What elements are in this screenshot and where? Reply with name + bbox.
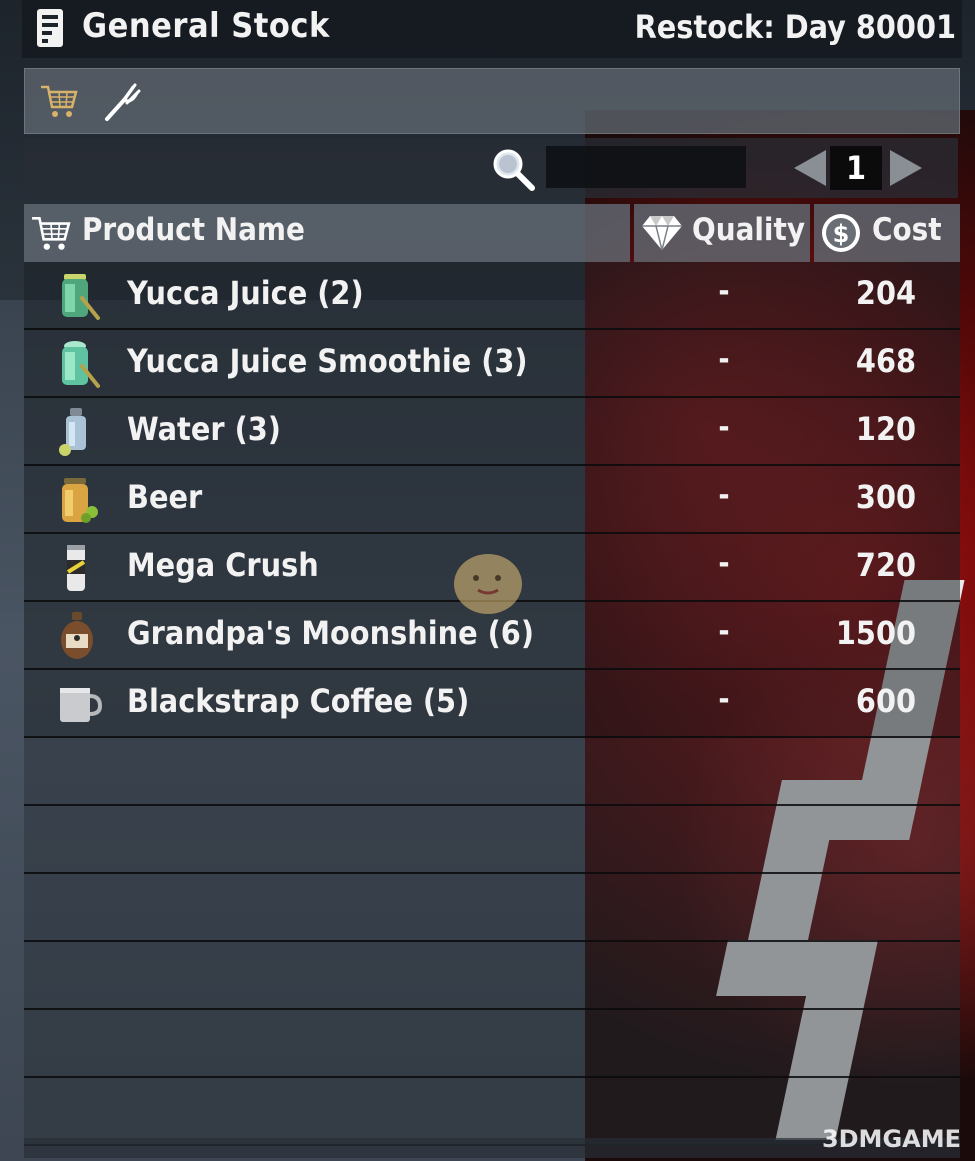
search-icon[interactable] [490, 146, 536, 192]
table-row[interactable]: Yucca Juice Smoothie (3) - 468 [24, 330, 960, 398]
search-input[interactable] [546, 146, 746, 188]
empty-row [24, 806, 960, 874]
table-row[interactable]: Water (3) - 120 [24, 398, 960, 466]
product-cost: 120 [855, 410, 916, 448]
empty-row [24, 1078, 960, 1146]
product-quality: - [718, 342, 730, 377]
product-name: Yucca Juice Smoothie (3) [127, 342, 528, 380]
previous-page-arrow-icon[interactable] [790, 148, 830, 188]
product-quality: - [718, 546, 730, 581]
coffee-mug-icon [60, 688, 103, 722]
product-cost: 468 [855, 342, 916, 380]
fork-icon[interactable] [101, 79, 145, 123]
product-cost: 600 [855, 682, 916, 720]
svg-text:$: $ [833, 220, 850, 248]
product-quality: - [718, 410, 730, 445]
water-jar-icon [59, 408, 86, 456]
shopping-cart-icon[interactable] [39, 81, 79, 121]
watermark-mascot-icon [454, 554, 522, 614]
window-title: General Stock [82, 6, 330, 46]
diamond-icon [642, 216, 682, 251]
product-name: Blackstrap Coffee (5) [127, 682, 470, 720]
column-header-cost[interactable]: $ Cost [814, 204, 960, 262]
next-page-arrow-icon[interactable] [886, 148, 926, 188]
product-name: Water (3) [127, 410, 281, 448]
table-row[interactable]: Beer - 300 [24, 466, 960, 534]
product-cost: 300 [855, 478, 916, 516]
product-name: Yucca Juice (2) [127, 274, 364, 312]
product-name: Beer [127, 478, 203, 516]
page-number: 1 [830, 146, 882, 190]
yucca-juice-icon [62, 274, 100, 320]
column-header-quality[interactable]: Quality [634, 204, 810, 262]
product-quality: - [718, 274, 730, 309]
column-label-quality: Quality [692, 212, 805, 248]
product-cost: 720 [855, 546, 916, 584]
watermark-text: 3DMGAME [821, 1125, 961, 1153]
coin-icon: $ [822, 214, 860, 252]
beer-icon [62, 478, 98, 523]
column-label-product-name: Product Name [82, 212, 305, 248]
column-label-cost: Cost [872, 212, 942, 248]
moonshine-jug-icon [61, 612, 93, 659]
table-row[interactable]: Yucca Juice (2) - 204 [24, 262, 960, 330]
empty-row [24, 738, 960, 806]
empty-row [24, 874, 960, 942]
product-quality: - [718, 478, 730, 513]
panel-bottom-edge [24, 1138, 960, 1158]
document-icon [37, 9, 63, 47]
category-tab-bar [24, 68, 960, 134]
product-table: Yucca Juice (2) - 204 Yucca Juice Smooth… [24, 262, 960, 1146]
search-row: 1 [24, 138, 958, 198]
product-quality: - [718, 614, 730, 649]
restock-label: Restock: Day 80001 [634, 8, 956, 46]
empty-row [24, 1010, 960, 1078]
window-header: General Stock Restock: Day 80001 [22, 0, 962, 58]
product-quality: - [718, 682, 730, 717]
empty-row [24, 942, 960, 1010]
mega-crush-can-icon [66, 545, 86, 591]
yucca-smoothie-icon [62, 341, 100, 388]
product-name: Mega Crush [127, 546, 319, 584]
product-cost: 1500 [835, 614, 916, 652]
shopping-cart-icon [32, 216, 71, 250]
product-cost: 204 [855, 274, 916, 312]
column-header-product-name[interactable]: Product Name [24, 204, 630, 262]
table-row[interactable]: Blackstrap Coffee (5) - 600 [24, 670, 960, 738]
